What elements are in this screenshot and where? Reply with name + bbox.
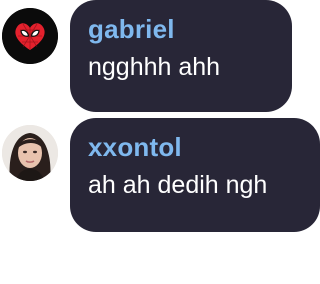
spider-mask-heart-icon: [2, 8, 58, 64]
portrait-photo: [2, 125, 58, 181]
avatar[interactable]: [2, 8, 58, 64]
author-name[interactable]: gabriel: [88, 14, 272, 44]
message-bubble[interactable]: xxontol ah ah dedih ngh: [70, 118, 320, 232]
message-text: ngghhh ahh: [88, 53, 221, 81]
author-name[interactable]: xxontol: [88, 132, 300, 162]
avatar[interactable]: [2, 125, 58, 181]
chat-message[interactable]: gabriel ngghhh ahh: [0, 0, 320, 112]
chat-message[interactable]: xxontol ah ah dedih ngh: [0, 118, 320, 232]
message-bubble[interactable]: gabriel ngghhh ahh: [70, 0, 292, 112]
message-text: ah ah dedih ngh: [88, 171, 268, 199]
